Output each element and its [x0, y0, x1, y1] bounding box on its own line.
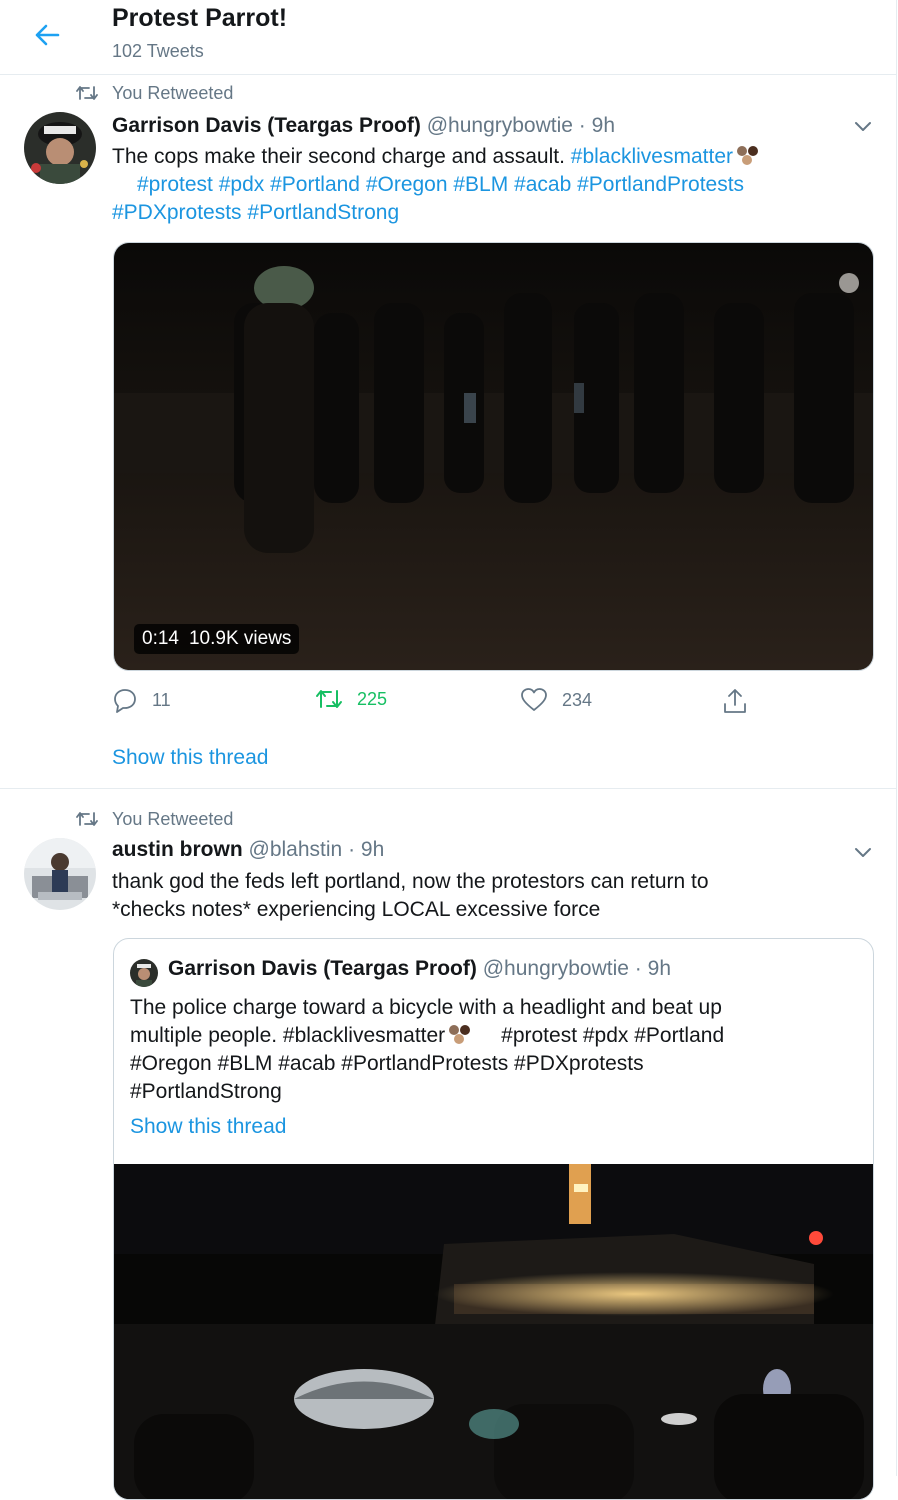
like-button[interactable]: 234	[520, 687, 592, 713]
tweet-text: The cops make their second charge and as…	[112, 143, 872, 227]
timestamp[interactable]: 9h	[361, 838, 384, 861]
retweet-icon	[76, 86, 98, 100]
hashtag-link[interactable]: #blacklivesmatter	[571, 145, 733, 168]
quoted-header: Garrison Davis (Teargas Proof) @hungrybo…	[168, 957, 671, 981]
tweet-actions: 11 225 234	[112, 687, 872, 717]
retweet-icon	[76, 812, 98, 826]
tweet-text-line: thank god the feds left portland, now th…	[112, 870, 709, 893]
profile-title: Protest Parrot!	[112, 4, 288, 32]
tweet-text-line: The cops make their second charge and as…	[112, 145, 571, 168]
retweet-context: You Retweeted	[76, 807, 233, 831]
raised-fists-emoji-icon	[737, 146, 758, 165]
tweet-count: 102 Tweets	[112, 41, 204, 61]
like-count: 234	[562, 689, 593, 710]
retweet-icon	[316, 690, 342, 708]
chevron-down-icon[interactable]	[850, 839, 876, 865]
avatar[interactable]	[24, 838, 96, 910]
share-icon	[724, 689, 746, 713]
right-border	[896, 0, 897, 1476]
tweet-header: Garrison Davis (Teargas Proof) @hungrybo…	[112, 114, 615, 138]
video-badge: 0:14 10.9K views	[134, 624, 300, 654]
separator-dot: ·	[578, 114, 586, 137]
timestamp[interactable]: 9h	[592, 114, 615, 137]
retweet-count: 225	[357, 688, 388, 709]
video-frame	[114, 243, 873, 670]
tweet-header: austin brown @blahstin · 9h	[112, 838, 384, 862]
tweet-text: thank god the feds left portland, now th…	[112, 868, 872, 924]
tweet-divider	[0, 788, 896, 789]
quoted-text-line: #protest #pdx #Portland	[501, 1024, 725, 1047]
retweet-button[interactable]: 225	[315, 687, 387, 711]
retweet-label: You Retweeted	[112, 82, 234, 103]
separator-dot: ·	[634, 957, 642, 980]
quoted-video[interactable]	[114, 1164, 873, 1499]
retweet-label: You Retweeted	[112, 808, 234, 829]
quoted-tweet[interactable]: Garrison Davis (Teargas Proof) @hungrybo…	[113, 938, 874, 1500]
quoted-avatar	[130, 959, 158, 987]
user-handle[interactable]: @blahstin	[249, 838, 343, 861]
separator-dot: ·	[348, 838, 356, 861]
quoted-timestamp: 9h	[647, 957, 671, 980]
arrow-left-icon[interactable]	[30, 18, 64, 52]
user-handle[interactable]: @hungrybowtie	[427, 114, 573, 137]
quoted-text-line: #PortlandStrong	[130, 1080, 282, 1103]
quoted-handle: @hungrybowtie	[482, 957, 629, 980]
retweet-context: You Retweeted	[76, 81, 233, 105]
show-thread-link[interactable]: Show this thread	[130, 1115, 286, 1139]
profile-header: Protest Parrot! 102 Tweets	[0, 0, 896, 75]
video-player[interactable]: 0:14 10.9K views	[113, 242, 874, 671]
reply-icon	[114, 689, 136, 713]
video-frame	[114, 1164, 873, 1499]
heart-icon	[521, 688, 547, 711]
avatar[interactable]	[24, 112, 96, 184]
hashtag-link[interactable]: #protest #pdx #Portland #Oregon #BLM #ac…	[137, 173, 744, 196]
video-duration: 0:14	[142, 628, 179, 649]
quoted-text-line: The police charge toward a bicycle with …	[130, 996, 722, 1019]
share-button[interactable]	[722, 687, 762, 715]
display-name[interactable]: Garrison Davis (Teargas Proof)	[112, 114, 421, 137]
quoted-text-line: multiple people. #blacklivesmatter	[130, 1024, 446, 1047]
hashtag-link[interactable]: #PDXprotests #PortlandStrong	[112, 201, 399, 224]
chevron-down-icon[interactable]	[850, 113, 876, 139]
quoted-text: The police charge toward a bicycle with …	[130, 994, 850, 1106]
show-thread-link[interactable]: Show this thread	[112, 746, 268, 770]
raised-fists-emoji-icon	[449, 1025, 471, 1044]
display-name[interactable]: austin brown	[112, 838, 243, 861]
quoted-display-name: Garrison Davis (Teargas Proof)	[168, 957, 477, 980]
video-views: 10.9K views	[188, 628, 292, 649]
reply-count: 11	[152, 689, 171, 710]
reply-button[interactable]: 11	[112, 687, 171, 713]
tweet-text-line: *checks notes* experiencing LOCAL excess…	[112, 898, 601, 921]
quoted-text-line: #Oregon #BLM #acab #PortlandProtests #PD…	[130, 1052, 644, 1075]
